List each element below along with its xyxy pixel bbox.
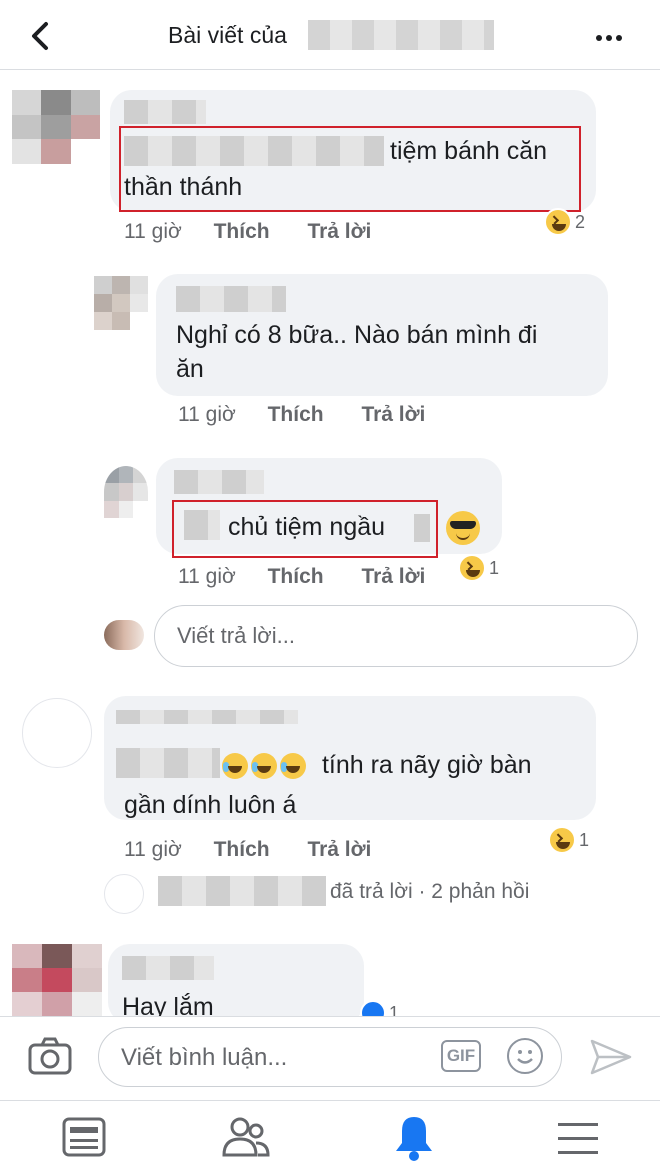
tab-friends[interactable] xyxy=(216,1111,276,1165)
censored-commenter-name xyxy=(176,286,286,312)
like-button[interactable]: Thích xyxy=(214,838,270,861)
censored-commenter-name xyxy=(124,100,206,124)
sunglasses-emoji-icon xyxy=(446,511,480,545)
haha-reaction-icon xyxy=(548,826,576,854)
reaction-count: 1 xyxy=(489,557,500,578)
like-button[interactable]: Thích xyxy=(268,565,324,588)
highlight-box xyxy=(172,500,438,558)
page-title: Bài viết của xyxy=(168,22,287,48)
haha-reaction-icon xyxy=(458,554,486,582)
comment-placeholder: Viết bình luận... xyxy=(121,1044,288,1071)
comment-composer: Viết bình luận... GIF xyxy=(0,1016,660,1100)
camera-icon xyxy=(28,1037,72,1075)
tab-menu[interactable] xyxy=(548,1111,608,1165)
reaction-summary[interactable]: 1 xyxy=(548,826,589,854)
highlight-box xyxy=(119,126,581,212)
reaction-count: 2 xyxy=(575,211,586,232)
back-button[interactable] xyxy=(22,16,62,56)
bottom-tab-bar xyxy=(0,1100,660,1174)
like-button[interactable]: Thích xyxy=(214,220,270,243)
avatar[interactable] xyxy=(104,466,148,518)
avatar[interactable] xyxy=(12,944,102,1016)
send-button[interactable] xyxy=(588,1037,634,1077)
comment-text: ăn xyxy=(176,355,204,383)
censored-author-name xyxy=(308,20,494,50)
comment-meta: 11 giờ Thích Trả lời xyxy=(178,565,425,589)
more-horizontal-icon xyxy=(596,35,602,41)
gif-button[interactable]: GIF xyxy=(441,1040,481,1072)
censored-replier-names xyxy=(158,876,326,906)
reaction-summary[interactable]: 1 xyxy=(458,554,499,582)
reaction-summary[interactable]: 2 xyxy=(544,208,585,236)
view-replies-link[interactable]: đã trả lời · 2 phản hồi xyxy=(330,880,529,904)
comment-meta: 11 giờ Thích Trả lời xyxy=(178,403,425,427)
tab-notifications[interactable] xyxy=(384,1111,444,1165)
comment-time: 11 giờ xyxy=(178,565,236,588)
emoji-button[interactable] xyxy=(507,1038,543,1074)
avatar xyxy=(104,874,144,914)
menu-icon xyxy=(558,1123,598,1154)
comment-text-part: tính ra nãy giờ bàn xyxy=(321,751,532,779)
comment-text: tính ra nãy giờ bàn xyxy=(222,748,532,782)
comment-text: gần dính luôn á xyxy=(124,791,297,819)
avatar[interactable] xyxy=(22,698,92,768)
smiley-icon xyxy=(517,1050,533,1064)
news-feed-icon xyxy=(62,1117,106,1157)
reply-button[interactable]: Trả lời xyxy=(307,220,371,243)
current-user-avatar xyxy=(104,620,144,650)
comment-input[interactable]: Viết bình luận... GIF xyxy=(98,1027,562,1087)
comment-meta: 11 giờ Thích Trả lời xyxy=(124,838,371,862)
censored-commenter-name xyxy=(174,470,264,494)
haha-reaction-icon xyxy=(544,208,572,236)
bell-icon xyxy=(396,1117,432,1161)
chevron-left-icon xyxy=(32,22,48,50)
comment-time: 11 giờ xyxy=(178,403,236,426)
avatar[interactable] xyxy=(94,276,148,330)
censored-commenter-name xyxy=(122,956,214,980)
comment-meta: 11 giờ Thích Trả lời xyxy=(124,220,371,244)
avatar[interactable] xyxy=(12,90,100,164)
crying-laughing-emoji-icon xyxy=(251,753,277,780)
send-icon xyxy=(590,1039,632,1075)
reply-button[interactable]: Trả lời xyxy=(307,838,371,861)
censored-commenter-name xyxy=(116,710,298,724)
censored-text xyxy=(116,748,220,778)
tab-news-feed[interactable] xyxy=(54,1111,114,1165)
comment-time: 11 giờ xyxy=(124,220,182,243)
friends-icon xyxy=(222,1117,270,1157)
reaction-count: 1 xyxy=(579,829,590,850)
reply-placeholder: Viết trả lời... xyxy=(177,623,295,648)
comment-time: 11 giờ xyxy=(124,838,182,861)
crying-laughing-emoji-icon xyxy=(222,753,248,780)
comment-text: Nghỉ có 8 bữa.. Nào bán mình đi xyxy=(176,321,538,349)
top-header: Bài viết của xyxy=(0,0,660,70)
reply-input[interactable]: Viết trả lời... xyxy=(154,605,638,667)
more-options-button[interactable] xyxy=(596,28,636,44)
like-button[interactable]: Thích xyxy=(268,403,324,426)
reply-button[interactable]: Trả lời xyxy=(361,565,425,588)
reply-button[interactable]: Trả lời xyxy=(361,403,425,426)
camera-button[interactable] xyxy=(26,1035,74,1079)
crying-laughing-emoji-icon xyxy=(280,753,306,780)
